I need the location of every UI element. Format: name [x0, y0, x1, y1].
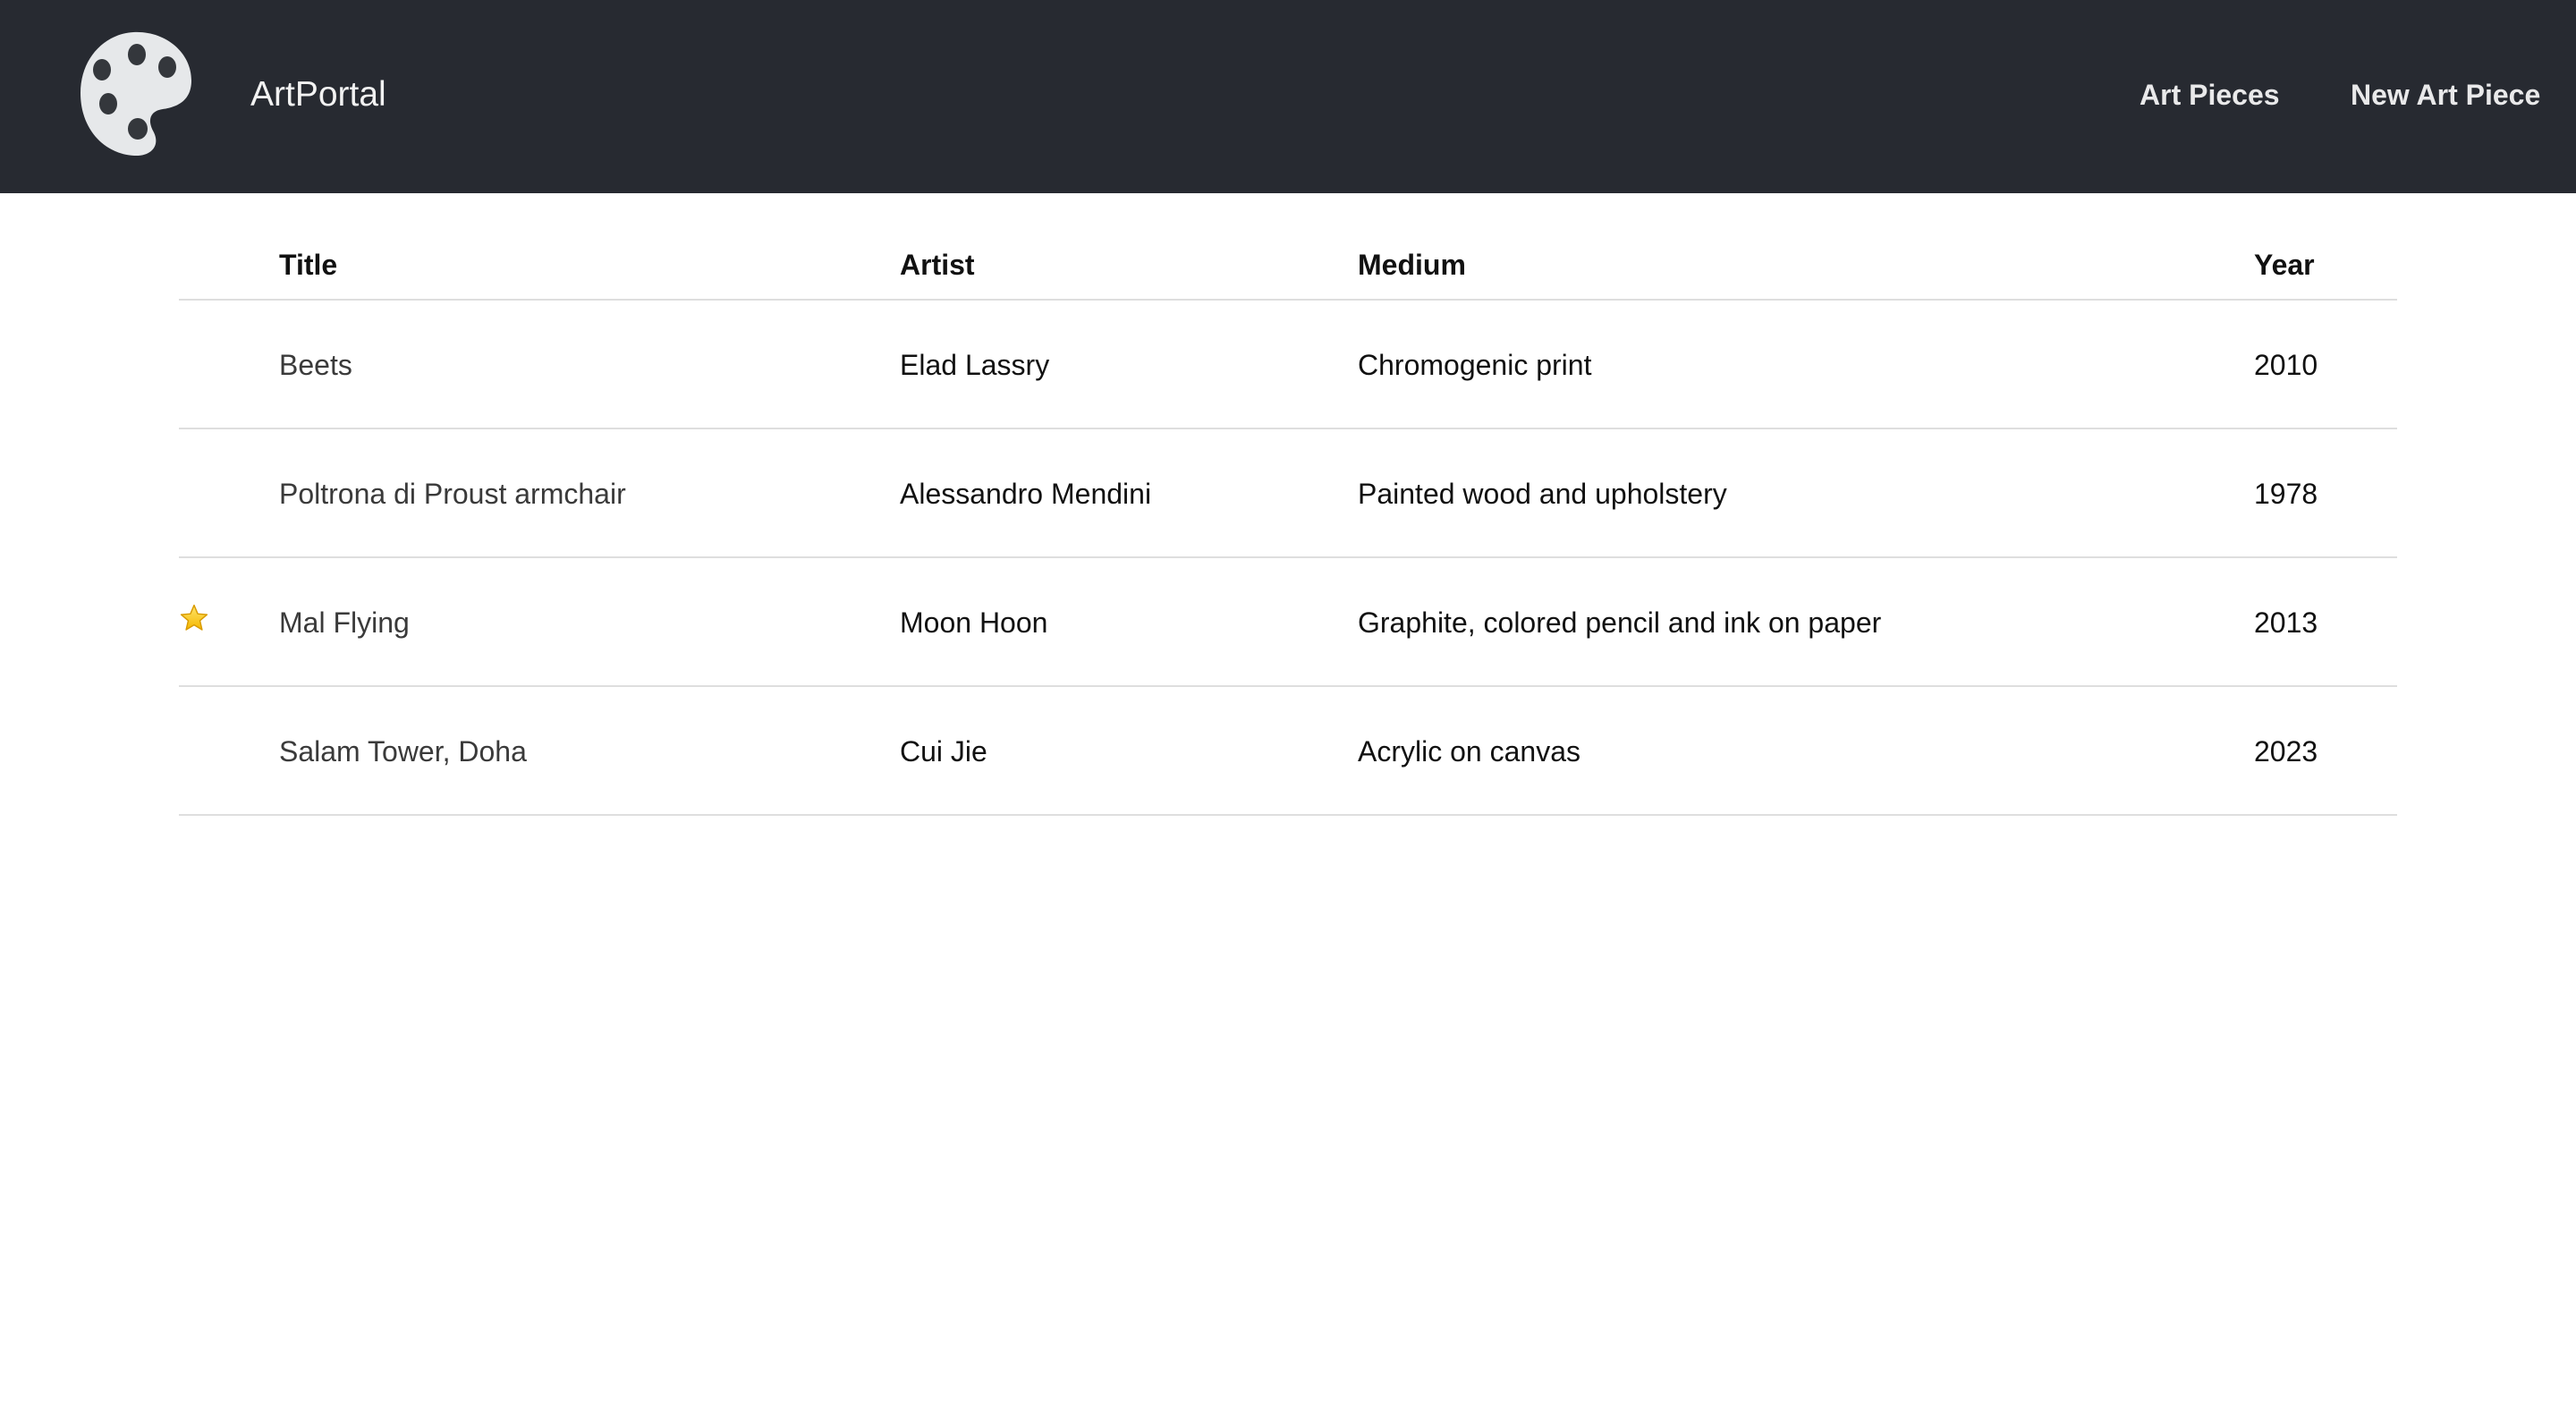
art-title: Beets — [279, 349, 352, 381]
nav-art-pieces-link[interactable]: Art Pieces — [2140, 77, 2280, 113]
art-year: 2010 — [2254, 349, 2318, 381]
art-artist: Cui Jie — [900, 735, 987, 768]
art-medium: Chromogenic print — [1358, 349, 1592, 381]
star-icon — [180, 604, 208, 631]
table-row[interactable]: Beets Elad Lassry Chromogenic print 2010 — [179, 301, 2397, 429]
art-title: Poltrona di Proust armchair — [279, 478, 626, 510]
art-artist: Elad Lassry — [900, 349, 1050, 381]
table-row[interactable]: Salam Tower, Doha Cui Jie Acrylic on can… — [179, 687, 2397, 816]
art-year: 1978 — [2254, 478, 2318, 510]
table-row[interactable]: Mal Flying Moon Hoon Graphite, colored p… — [179, 558, 2397, 687]
art-year: 2013 — [2254, 606, 2318, 639]
art-title: Salam Tower, Doha — [279, 735, 527, 768]
art-year: 2023 — [2254, 735, 2318, 768]
art-artist: Moon Hoon — [900, 606, 1048, 639]
brand-link[interactable]: ArtPortal — [250, 73, 386, 116]
art-title: Mal Flying — [279, 606, 410, 639]
art-pieces-table: Title Artist Medium Year Beets Elad Lass… — [179, 224, 2397, 816]
navbar: ArtPortal Art Pieces New Art Piece — [0, 0, 2576, 193]
art-medium: Painted wood and upholstery — [1358, 478, 1727, 510]
palette-icon[interactable] — [77, 29, 193, 159]
table-header-row: Title Artist Medium Year — [179, 224, 2397, 301]
nav-new-art-piece-link[interactable]: New Art Piece — [2351, 77, 2540, 113]
header-medium: Medium — [1358, 249, 1466, 281]
header-year: Year — [2254, 249, 2315, 281]
art-medium: Graphite, colored pencil and ink on pape… — [1358, 606, 1882, 639]
art-artist: Alessandro Mendini — [900, 478, 1152, 510]
header-title: Title — [279, 249, 338, 281]
table-row[interactable]: Poltrona di Proust armchair Alessandro M… — [179, 429, 2397, 558]
header-artist: Artist — [900, 249, 975, 281]
art-medium: Acrylic on canvas — [1358, 735, 1580, 768]
